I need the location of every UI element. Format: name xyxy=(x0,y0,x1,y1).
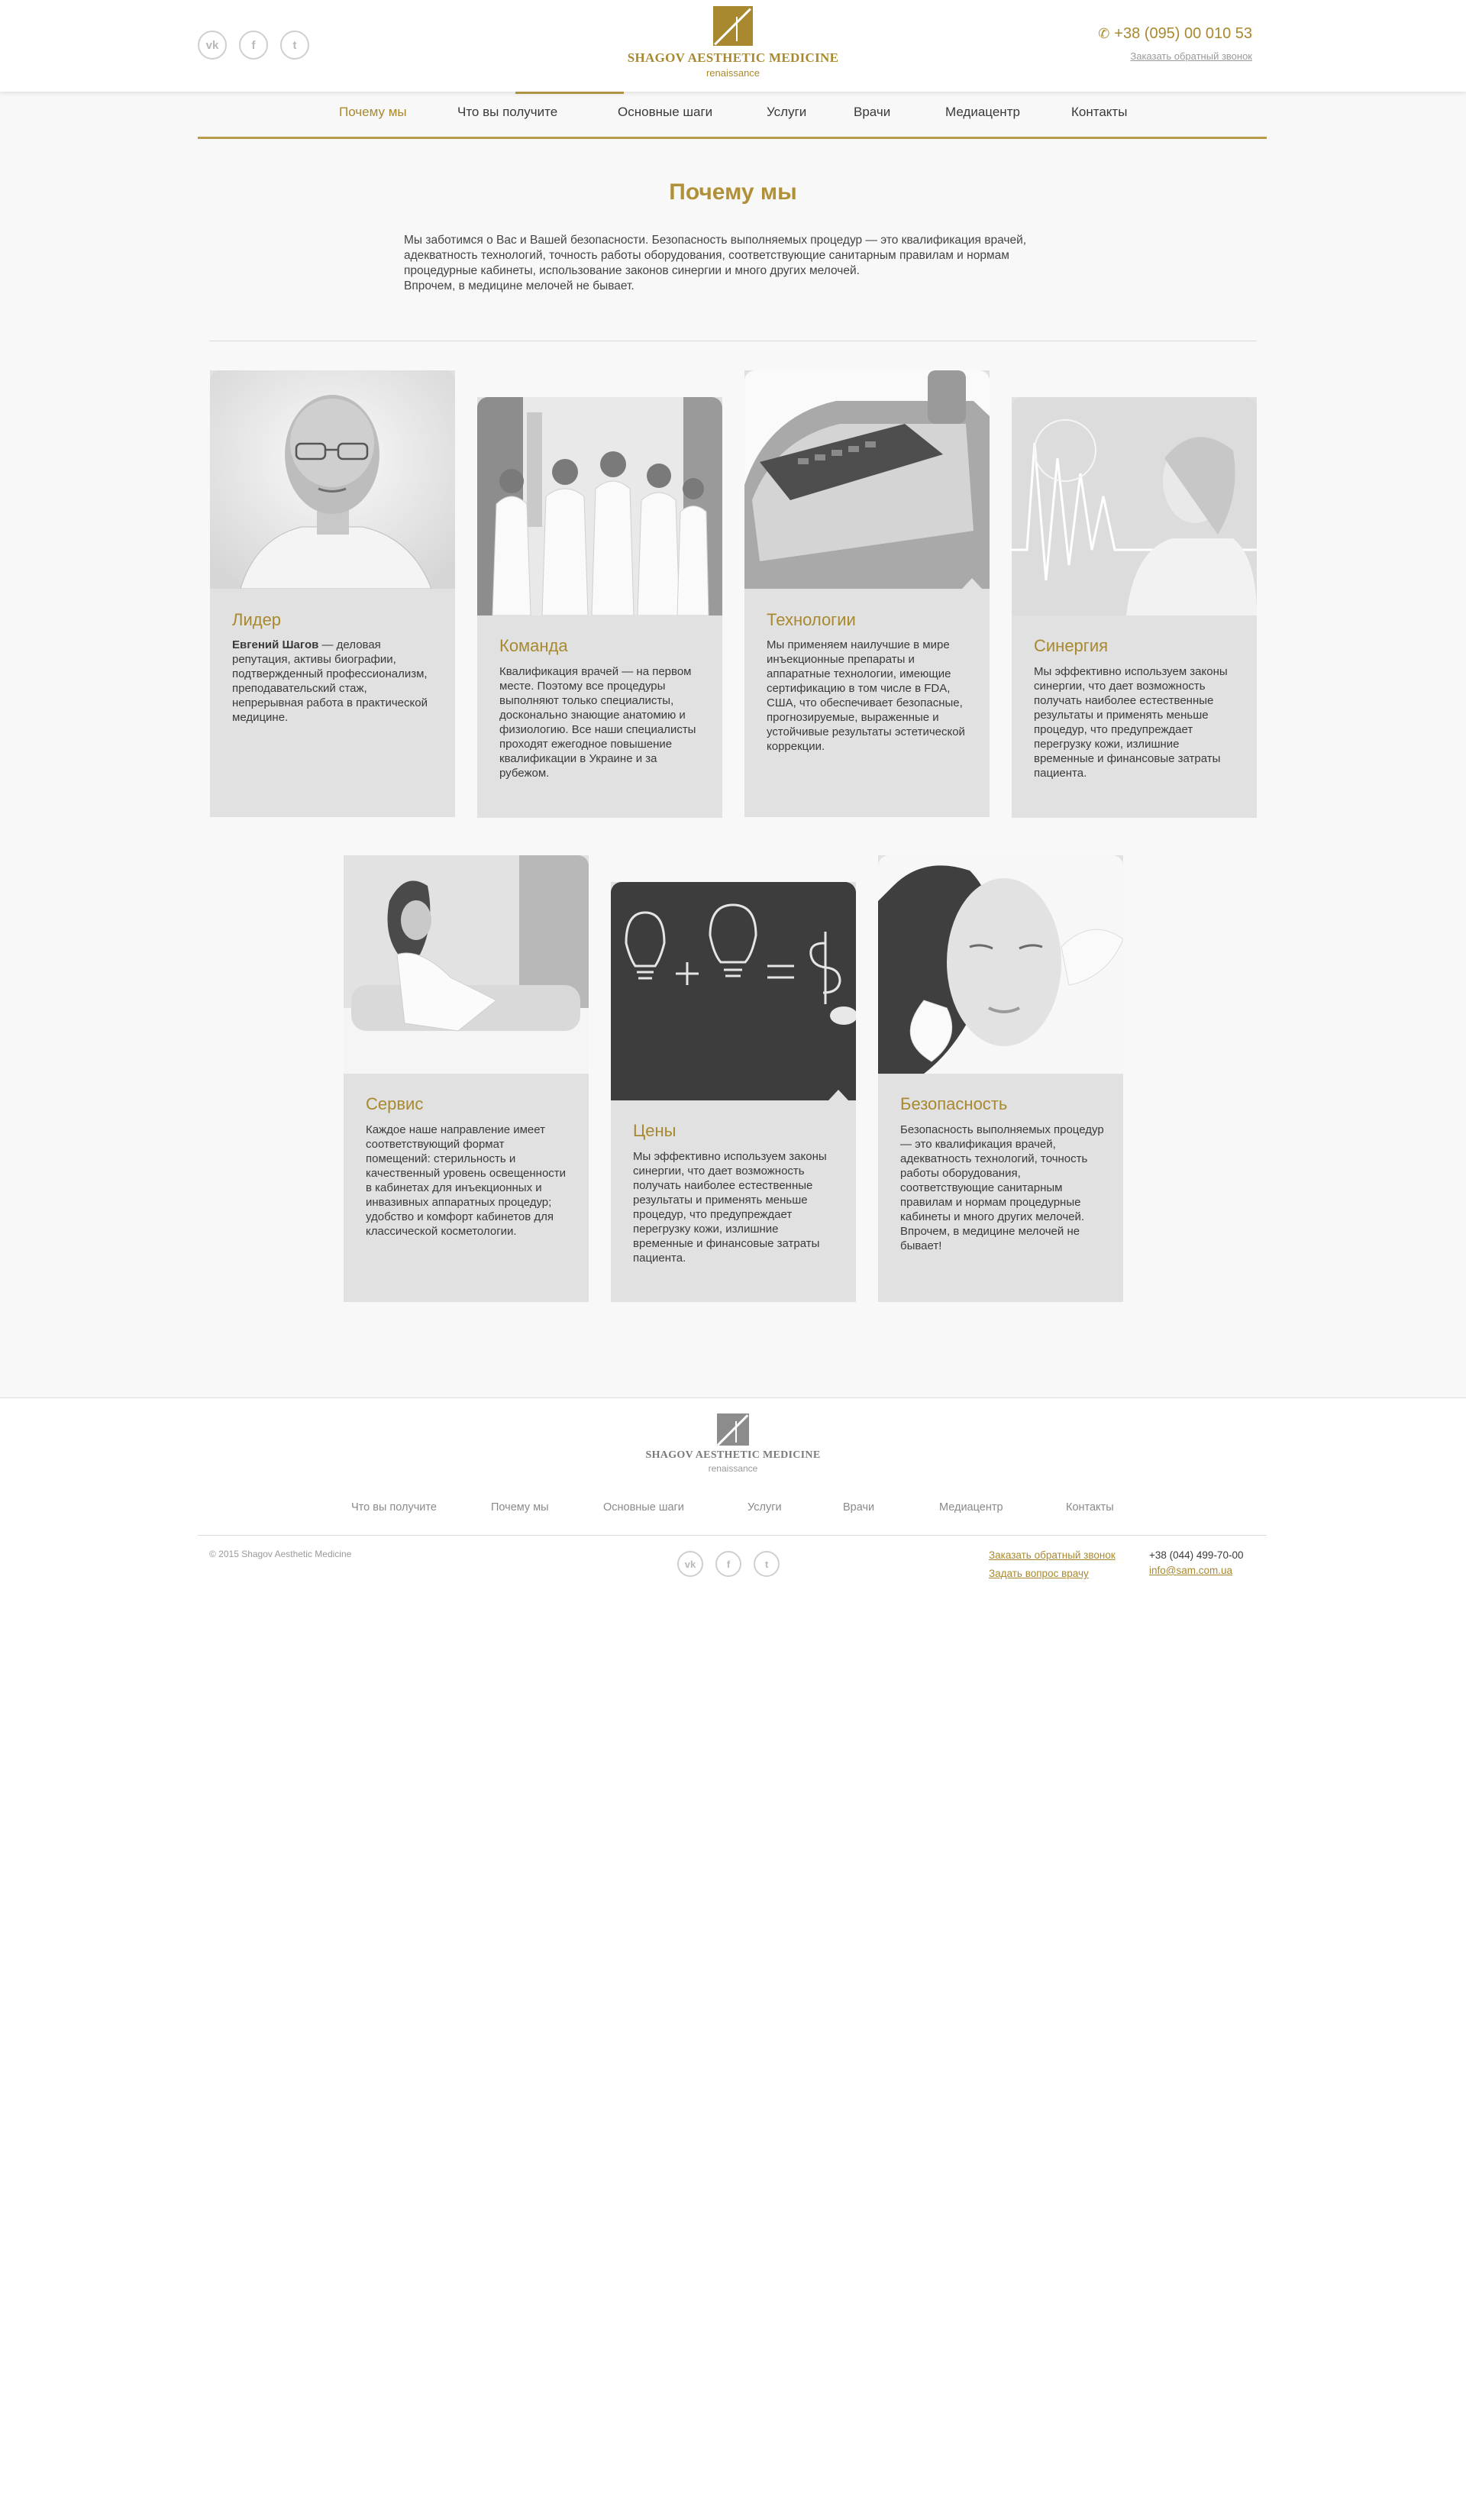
phone-icon: ✆ xyxy=(1098,26,1110,41)
footer-nav-doctors[interactable]: Врачи xyxy=(843,1501,874,1514)
footer-social-links: vk f t xyxy=(677,1551,780,1577)
intro-text: Мы заботимся о Вас и Вашей безопасности.… xyxy=(404,233,1061,294)
card-leader[interactable]: Лидер Евгений Шагов — деловая репутация,… xyxy=(210,370,455,817)
intro-paragraph-2: Впрочем, в медицине мелочей не бывает. xyxy=(404,279,635,292)
card-service[interactable]: Сервис Каждое наше направление имеет соо… xyxy=(344,855,589,1302)
header-phone-number: +38 (095) 00 010 53 xyxy=(1114,25,1252,42)
card-text: Мы эффективно используем законы синергии… xyxy=(633,1150,827,1265)
card-safety[interactable]: Безопасность Безопасность выполняемых пр… xyxy=(878,855,1123,1302)
logo-subtitle: renaissance xyxy=(706,67,760,79)
site-footer: SHAGOV AESTHETIC MEDICINE renaissance Чт… xyxy=(0,1397,1466,1642)
footer-divider xyxy=(198,1535,1267,1536)
nav-item-services[interactable]: Услуги xyxy=(767,105,806,120)
leader-name: Евгений Шагов xyxy=(232,638,319,651)
footer-nav-services[interactable]: Услуги xyxy=(748,1501,782,1514)
service-photo xyxy=(344,855,589,1074)
site-header: vk f t SHAGOV AESTHETIC MEDICINE renaiss… xyxy=(0,0,1466,92)
vk-icon[interactable]: vk xyxy=(677,1551,703,1577)
nav-item-main-steps[interactable]: Основные шаги xyxy=(618,105,712,120)
card-text: Каждое наше направление имеет соответств… xyxy=(366,1123,567,1238)
card-technologies[interactable]: Технологии Мы применяем наилучшие в мире… xyxy=(744,370,990,817)
synergy-photo xyxy=(1012,397,1257,615)
card-notch xyxy=(962,578,982,589)
copyright: © 2015 Shagov Aesthetic Medicine xyxy=(209,1549,352,1559)
facebook-icon[interactable]: f xyxy=(715,1551,741,1577)
main-nav: Почему мы Что вы получите Основные шаги … xyxy=(198,92,1267,139)
card-title: Сервис xyxy=(366,1094,424,1113)
card-title: Лидер xyxy=(232,610,282,629)
logo-title: SHAGOV AESTHETIC MEDICINE xyxy=(627,50,839,65)
card-synergy[interactable]: Синергия Мы эффективно используем законы… xyxy=(1012,397,1257,818)
footer-nav-main-steps[interactable]: Основные шаги xyxy=(603,1501,684,1514)
footer-nav-contacts[interactable]: Контакты xyxy=(1066,1501,1114,1514)
card-title: Цены xyxy=(633,1121,676,1140)
safety-photo xyxy=(878,855,1123,1074)
footer-callback-link[interactable]: Заказать обратный звонок xyxy=(989,1549,1116,1561)
logo-mark-icon xyxy=(717,1413,749,1446)
callback-link[interactable]: Заказать обратный звонок xyxy=(1130,50,1252,62)
card-title: Технологии xyxy=(767,610,856,629)
prices-photo xyxy=(611,882,856,1100)
footer-nav-media-center[interactable]: Медиацентр xyxy=(939,1501,1003,1514)
vk-icon[interactable]: vk xyxy=(198,31,227,60)
card-title: Команда xyxy=(499,636,568,655)
card-title: Синергия xyxy=(1034,636,1109,655)
nav-item-what-you-get[interactable]: Что вы получите xyxy=(457,105,557,120)
twitter-icon[interactable]: t xyxy=(280,31,309,60)
nav-item-doctors[interactable]: Врачи xyxy=(854,105,890,120)
card-text: Евгений Шагов — деловая репутация, актив… xyxy=(232,638,437,725)
card-notch xyxy=(828,1090,848,1100)
team-photo xyxy=(477,397,722,615)
intro-paragraph: Мы заботимся о Вас и Вашей безопасности.… xyxy=(404,234,1027,277)
card-prices[interactable]: Цены Мы эффективно используем законы син… xyxy=(611,882,856,1302)
nav-active-indicator xyxy=(515,92,624,94)
card-title: Безопасность xyxy=(900,1094,1008,1113)
footer-nav-what-you-get[interactable]: Что вы получите xyxy=(351,1501,437,1514)
nav-item-why-us[interactable]: Почему мы xyxy=(339,105,407,120)
logo-mark-icon xyxy=(713,6,753,46)
footer-email[interactable]: info@sam.com.ua xyxy=(1149,1565,1232,1576)
site-logo[interactable]: SHAGOV AESTHETIC MEDICINE renaissance xyxy=(626,6,840,79)
footer-logo[interactable]: SHAGOV AESTHETIC MEDICINE renaissance xyxy=(626,1413,840,1474)
card-text: Безопасность выполняемых процедур — это … xyxy=(900,1123,1104,1252)
twitter-icon[interactable]: t xyxy=(754,1551,780,1577)
social-links: vk f t xyxy=(198,31,309,60)
page-title: Почему мы xyxy=(669,179,797,205)
footer-nav-why-us[interactable]: Почему мы xyxy=(491,1501,549,1514)
ask-doctor-link[interactable]: Задать вопрос врачу xyxy=(989,1568,1089,1579)
footer-logo-subtitle: renaissance xyxy=(708,1463,758,1474)
nav-item-contacts[interactable]: Контакты xyxy=(1071,105,1127,120)
facebook-icon[interactable]: f xyxy=(239,31,268,60)
card-team[interactable]: Команда Квалификация врачей — на первом … xyxy=(477,397,722,818)
nav-item-media-center[interactable]: Медиацентр xyxy=(945,105,1020,120)
technologies-photo xyxy=(744,370,990,589)
header-phone[interactable]: ✆ +38 (095) 00 010 53 xyxy=(1098,25,1252,43)
card-text: Квалификация врачей — на первом месте. П… xyxy=(499,665,696,780)
footer-logo-title: SHAGOV AESTHETIC MEDICINE xyxy=(645,1449,821,1461)
card-text: Мы применяем наилучшие в мире инъекционн… xyxy=(767,638,965,753)
footer-phone[interactable]: +38 (044) 499-70-00 xyxy=(1149,1549,1243,1561)
leader-photo xyxy=(210,370,455,589)
card-text: Мы эффективно используем законы синергии… xyxy=(1034,665,1228,780)
